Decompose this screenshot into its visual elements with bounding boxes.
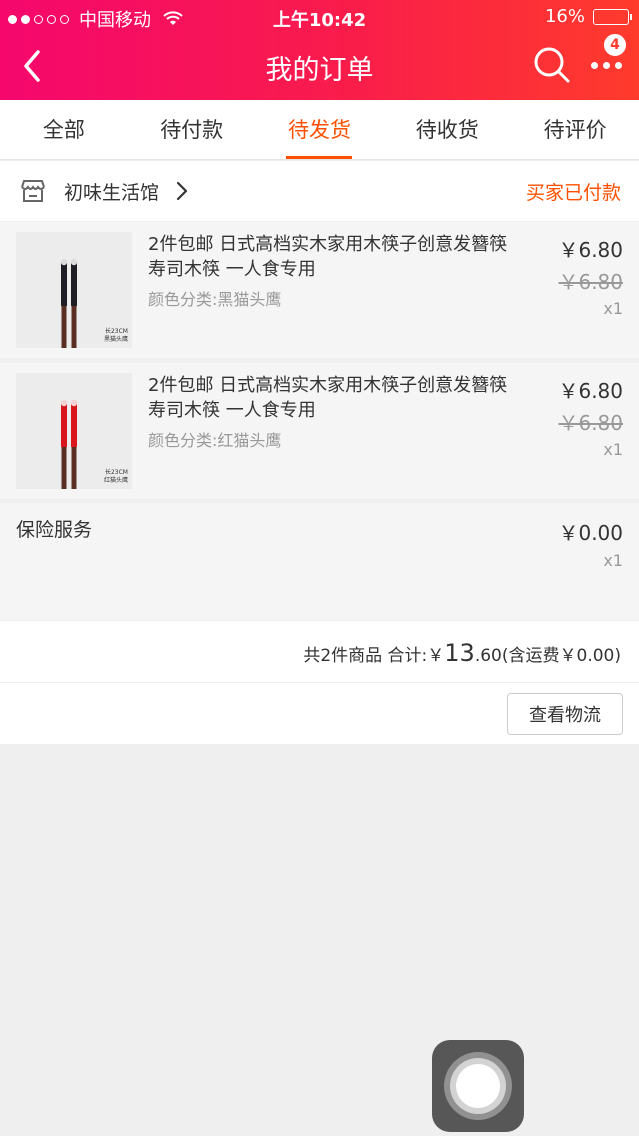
tab-all[interactable]: 全部	[0, 100, 128, 159]
product-original-price: ￥6.80	[558, 270, 623, 294]
tab-pending-review[interactable]: 待评价	[511, 100, 639, 159]
shop-name[interactable]: 初味生活馆	[64, 178, 159, 205]
item-count-text: 共2件商品 合计:	[303, 646, 428, 666]
assistive-touch-button[interactable]	[432, 1040, 524, 1132]
battery-level-fill	[595, 10, 601, 23]
order-tabs: 全部 待付款 待发货 待收货 待评价	[0, 100, 639, 160]
product-price: ￥6.80	[558, 379, 623, 403]
total-decimal: .60	[474, 646, 502, 666]
product-title[interactable]: 2件包邮 日式高档实木家用木筷子创意发簪筷寿司木筷 一人食专用	[148, 232, 518, 282]
order-item[interactable]: 长23CM 红猫头鹰 2件包邮 日式高档实木家用木筷子创意发簪筷寿司木筷 一人食…	[0, 363, 639, 499]
product-sku: 颜色分类:红猫头鹰	[148, 431, 282, 450]
notification-badge: 4	[602, 32, 628, 58]
order-actions: 查看物流	[0, 683, 639, 744]
app-header: 中国移动 上午10:42 16% 我的订单 4	[0, 0, 639, 100]
service-label: 保险服务	[16, 519, 93, 541]
product-image: 长23CM 红猫头鹰	[16, 373, 132, 489]
shop-icon	[21, 180, 45, 202]
insurance-service: 保险服务 ￥0.00 x1	[0, 503, 639, 620]
total-integer: 13	[444, 639, 475, 667]
battery-percent: 16%	[544, 6, 585, 27]
tab-pending-receipt[interactable]: 待收货	[383, 100, 511, 159]
service-quantity: x1	[603, 551, 623, 570]
shop-header[interactable]: 初味生活馆 买家已付款	[0, 161, 639, 221]
product-image: 长23CM 黑猫头鹰	[16, 232, 132, 348]
product-title[interactable]: 2件包邮 日式高档实木家用木筷子创意发簪筷寿司木筷 一人食专用	[148, 373, 518, 423]
service-price: ￥0.00	[558, 521, 623, 545]
order-summary: 共2件商品 合计: ￥ 13 .60 (含运费￥0.00)	[0, 621, 639, 683]
product-price: ￥6.80	[558, 238, 623, 262]
shipping-fee: (含运费￥0.00)	[501, 646, 621, 666]
tab-pending-shipment[interactable]: 待发货	[256, 100, 384, 159]
order-total: 共2件商品 合计: ￥ 13 .60 (含运费￥0.00)	[303, 639, 621, 667]
product-quantity: x1	[603, 440, 623, 459]
image-caption-color: 红猫头鹰	[103, 477, 128, 484]
view-logistics-button[interactable]: 查看物流	[507, 693, 623, 735]
search-icon[interactable]	[533, 46, 571, 84]
image-caption: 长23CM 黑猫头鹰	[104, 328, 128, 344]
order-status: 买家已付款	[525, 182, 621, 204]
image-caption: 长23CM 红猫头鹰	[104, 469, 128, 485]
battery-icon	[593, 8, 632, 25]
product-quantity: x1	[603, 299, 623, 318]
chevron-right-icon	[176, 181, 188, 201]
image-caption-length: 长23CM	[104, 328, 128, 335]
image-caption-color: 黑猫头鹰	[103, 336, 128, 343]
total-currency: ￥	[427, 646, 445, 666]
status-time: 上午10:42	[272, 10, 367, 31]
image-caption-length: 长23CM	[104, 469, 128, 476]
more-menu-icon[interactable]	[591, 62, 622, 69]
status-bar: 中国移动 上午10:42 16%	[0, 0, 639, 34]
battery-status: 16%	[544, 6, 632, 27]
product-sku: 颜色分类:黑猫头鹰	[148, 290, 282, 309]
order-item[interactable]: 长23CM 黑猫头鹰 2件包邮 日式高档实木家用木筷子创意发簪筷寿司木筷 一人食…	[0, 222, 639, 358]
tab-pending-payment[interactable]: 待付款	[128, 100, 256, 159]
product-original-price: ￥6.80	[558, 411, 623, 435]
